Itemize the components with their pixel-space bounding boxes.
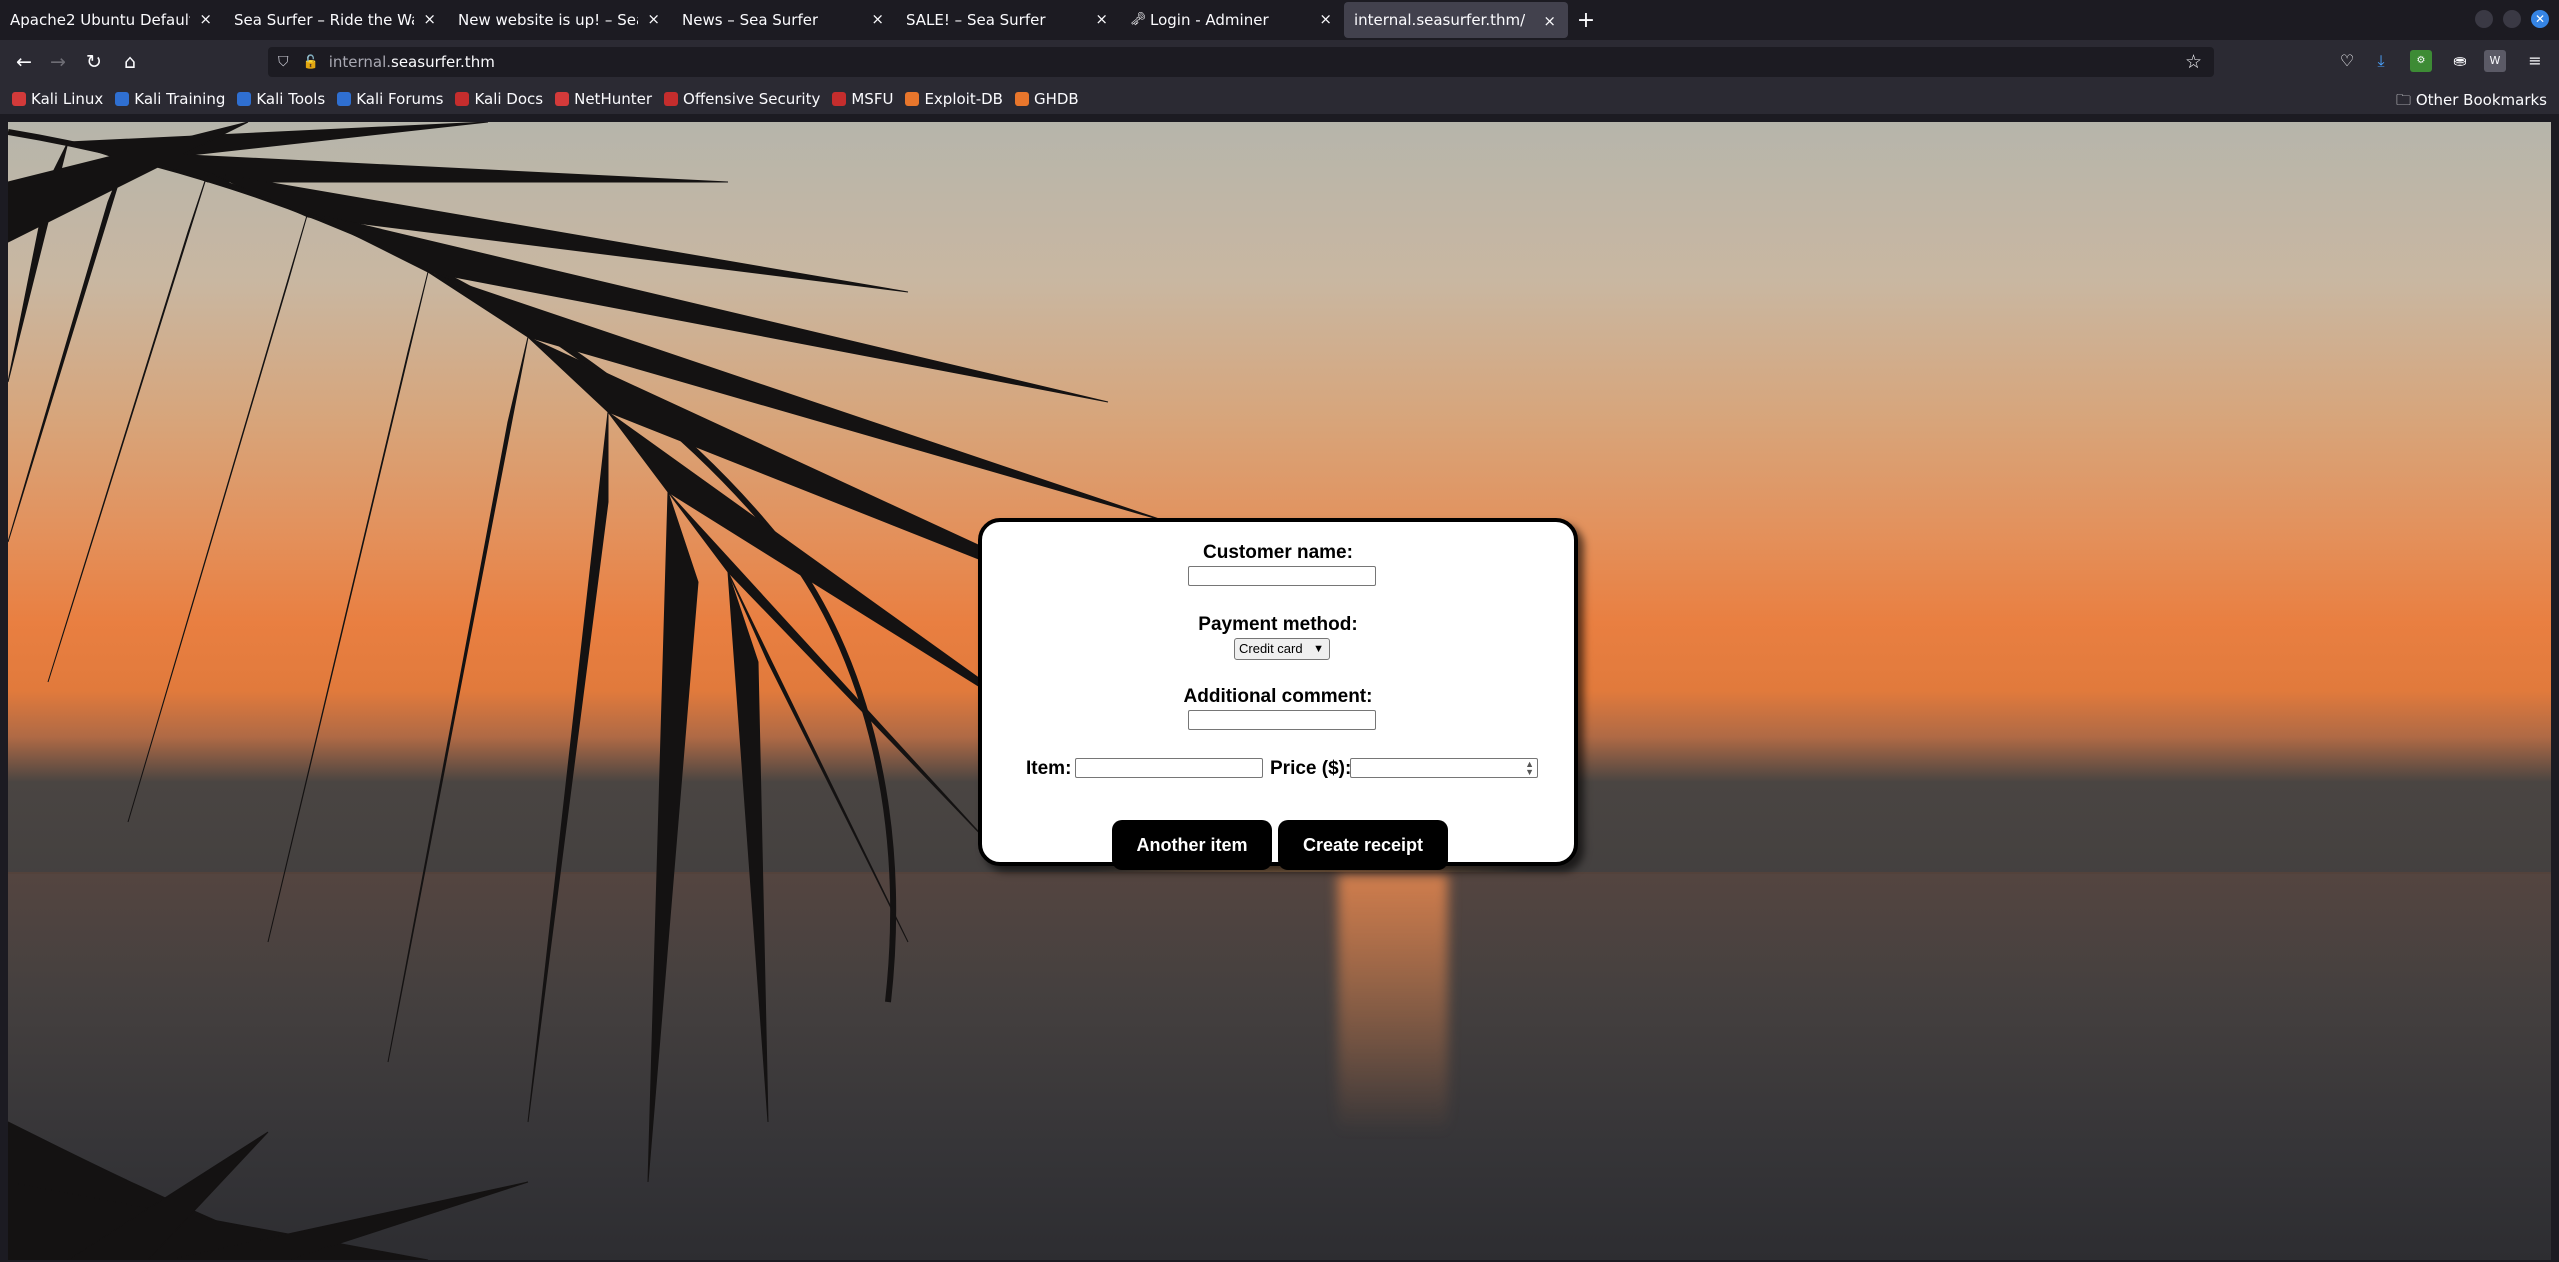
url-text[interactable]: internal.seasurfer.thm [329,53,495,71]
bookmark-label: Kali Forums [356,90,444,108]
nethunter-icon [555,92,570,106]
tab-close-icon[interactable]: × [647,10,660,28]
tab-sale[interactable]: SALE! – Sea Surfer × [896,0,1120,40]
payment-method-label: Payment method: [1198,614,1358,635]
bookmark-kali-forums[interactable]: Kali Forums [337,90,443,108]
additional-comment-label: Additional comment: [1183,686,1373,707]
create-receipt-button[interactable]: Create receipt [1278,820,1448,870]
bookmark-kali-linux[interactable]: Kali Linux [12,90,103,108]
tab-close-icon[interactable]: × [871,10,884,28]
bookmark-kali-tools[interactable]: Kali Tools [237,90,325,108]
bookmark-label: NetHunter [574,90,653,108]
wappalyzer-extension-icon[interactable]: W [2484,50,2506,72]
bookmark-nethunter[interactable]: NetHunter [555,90,652,108]
page-info-icon[interactable]: 🔓 [303,55,319,70]
additional-comment-input[interactable] [1188,710,1376,730]
kali-dragon-icon [12,92,26,106]
bookmarks-toolbar: Kali Linux Kali Training Kali Tools Kali Fo… [0,84,2559,114]
bookmark-exploit-db[interactable]: Exploit-DB [905,90,1003,108]
bookmark-label: GHDB [1033,90,1079,108]
navigation-toolbar: ← → ↻ ⌂ ⛉ 🔓 internal.seasurfer.thm ☆ ♡ ⤓… [0,40,2559,84]
tab-new-website[interactable]: New website is up! – Sea Surf × [448,0,672,40]
kali-training-icon [115,92,130,106]
tab-label: Apache2 Ubuntu Default Pag [10,11,190,29]
payment-method-select[interactable]: Credit card ▼ [1234,638,1330,660]
price-label: Price ($): [1270,758,1352,779]
folder-icon: 🗀 [2396,91,2416,109]
item-label: Item: [1026,758,1072,779]
url-bar[interactable]: ⛉ 🔓 internal.seasurfer.thm ☆ [268,47,2214,77]
bookmark-msfu[interactable]: MSFU [832,90,893,108]
tab-label: Sea Surfer – Ride the Wave! [234,11,414,29]
tab-close-icon[interactable]: × [1319,10,1332,28]
new-tab-button[interactable]: + [1568,8,1604,33]
number-spinner-icon[interactable]: ▲ ▼ [1525,760,1534,777]
url-subdomain: internal. [328,53,392,71]
customer-name-input[interactable] [1188,566,1376,586]
bookmark-ghdb[interactable]: GHDB [1014,90,1079,108]
bookmark-label: MSFU [851,90,894,108]
tab-label: New website is up! – Sea Surf [458,11,638,29]
back-arrow-icon[interactable]: ← [10,48,38,76]
tab-internal[interactable]: internal.seasurfer.thm/ × [1344,2,1568,38]
tab-close-icon[interactable]: × [423,10,436,28]
bookmark-label: Exploit-DB [924,90,1003,108]
pocket-icon[interactable]: ♡ [2336,50,2358,72]
payment-method-selected: Credit card [1239,641,1303,656]
tracking-shield-icon[interactable]: ⛉ [278,54,289,70]
tab-label: SALE! – Sea Surfer [906,11,1046,29]
price-input[interactable]: ▲ ▼ [1350,758,1538,778]
kali-tools-icon [237,92,252,106]
kali-docs-icon [455,92,470,106]
bookmark-label: Kali Docs [474,90,544,108]
kali-forums-icon [337,92,352,106]
downloads-icon[interactable]: ⤓ [2370,50,2392,72]
bookmark-label: Kali Tools [256,90,326,108]
minimize-icon[interactable] [2475,10,2493,28]
tab-sea-surfer-home[interactable]: Sea Surfer – Ride the Wave! × [224,0,448,40]
offsec-icon [664,92,679,106]
chevron-down-icon: ▼ [1313,643,1324,655]
tab-news[interactable]: News – Sea Surfer × [672,0,896,40]
receipt-form-card: Customer name: Payment method: Credit ca… [978,518,1578,870]
tab-close-icon[interactable]: × [1095,10,1108,28]
tab-close-icon[interactable]: × [1543,12,1556,30]
tab-label: News – Sea Surfer [682,11,819,29]
ghdb-icon [1014,92,1029,106]
url-domain: seasurfer.thm [391,53,495,71]
window-controls: ✕ [2475,10,2549,28]
bookmark-kali-training[interactable]: Kali Training [115,90,225,108]
forward-arrow-icon[interactable]: → [44,48,72,76]
close-window-icon[interactable]: ✕ [2531,10,2549,28]
page-viewport: Customer name: Payment method: Credit ca… [8,122,2551,1260]
extension-icon[interactable]: ⛂ [2449,50,2471,72]
tab-label: internal.seasurfer.thm/ [1354,11,1526,29]
item-input[interactable] [1075,758,1263,778]
other-bookmarks-folder[interactable]: 🗀 Other Bookmarks [2396,90,2547,115]
customer-name-label: Customer name: [1203,542,1353,563]
tab-apache[interactable]: Apache2 Ubuntu Default Pag × [0,0,224,40]
bookmark-offensive-security[interactable]: Offensive Security [664,90,820,108]
bookmark-kali-docs[interactable]: Kali Docs [455,90,543,108]
bookmark-label: Offensive Security [683,90,821,108]
other-bookmarks-label: Other Bookmarks [2415,91,2547,109]
tab-label: Login - Adminer [1150,11,1269,29]
tab-close-icon[interactable]: × [199,10,212,28]
adminer-icon: 🗝 [1130,12,1147,27]
tab-adminer[interactable]: 🗝 Login - Adminer × [1120,0,1344,40]
bookmark-label: Kali Linux [31,90,104,108]
tab-strip: Apache2 Ubuntu Default Pag × Sea Surfer … [0,0,2559,40]
another-item-button[interactable]: Another item [1112,820,1272,870]
home-icon[interactable]: ⌂ [116,48,144,76]
msfu-icon [832,92,847,106]
foxyproxy-extension-icon[interactable]: ⚙ [2410,50,2432,72]
maximize-icon[interactable] [2503,10,2521,28]
bookmark-label: Kali Training [134,90,226,108]
bookmark-star-icon[interactable]: ☆ [2185,51,2202,73]
reload-icon[interactable]: ↻ [80,48,108,76]
menu-hamburger-icon[interactable]: ≡ [2524,50,2546,72]
exploit-db-icon [905,92,920,106]
